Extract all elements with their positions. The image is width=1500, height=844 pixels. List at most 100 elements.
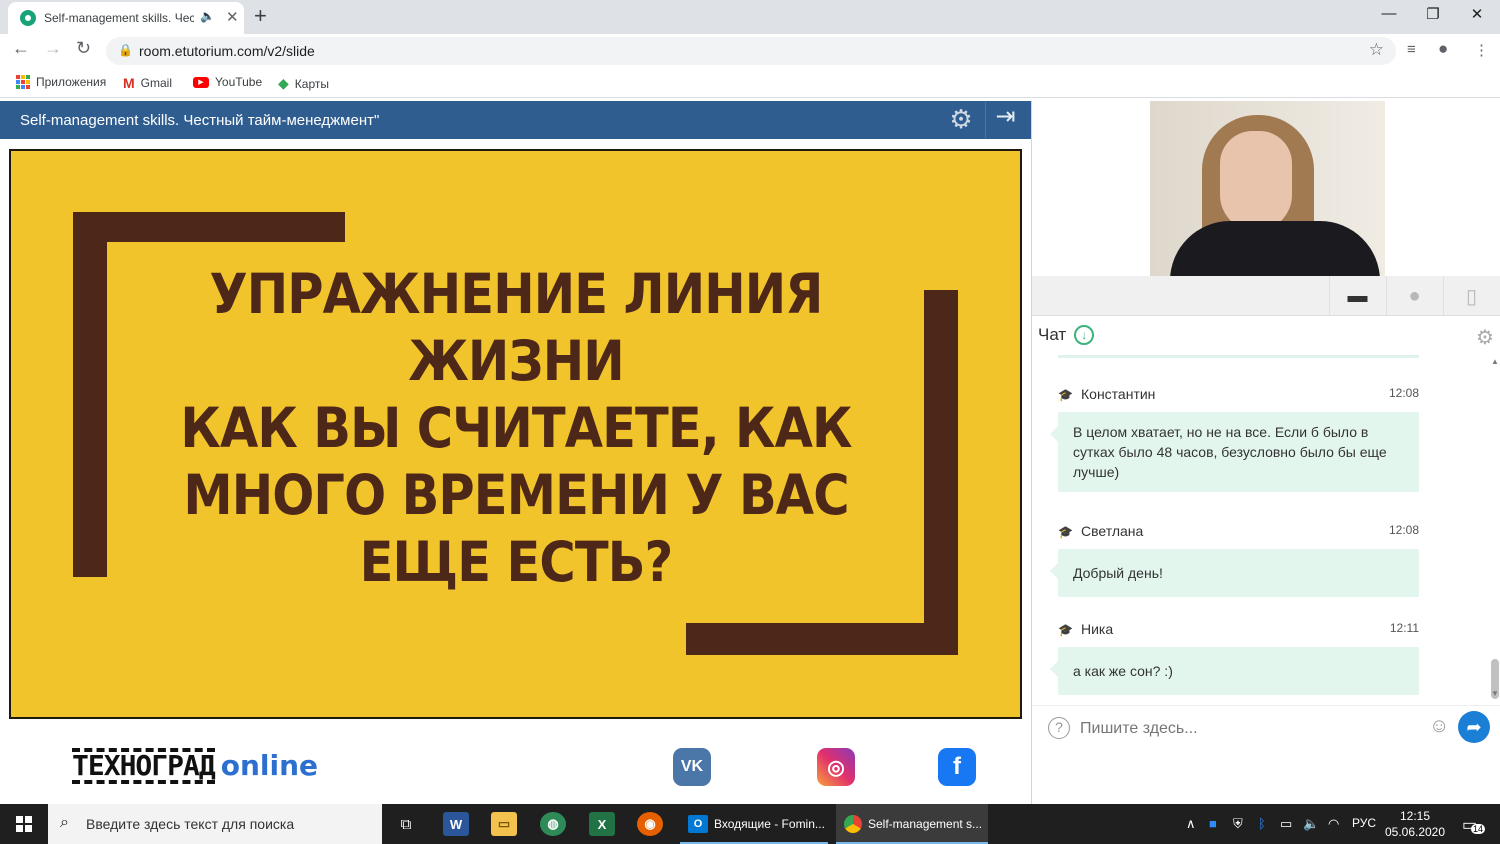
maximize-button[interactable]: ❐ [1410, 5, 1456, 23]
maps-icon: ◆ [278, 75, 289, 91]
browser-tab[interactable]: Self-management skills. Чест 🔈 ✕ [8, 2, 244, 34]
profile-avatar-icon[interactable]: ● [1438, 39, 1448, 59]
panel-tabs: ▬ ● ▯ [1032, 276, 1500, 316]
excel-icon[interactable]: X [589, 812, 615, 836]
start-button[interactable] [0, 804, 48, 844]
chat-tab-icon[interactable]: ▬ [1329, 276, 1385, 316]
file-explorer-icon[interactable]: ▭ [491, 812, 517, 836]
chat-message: 🎓 Ника 12:11 а как же сон? :) [1050, 621, 1419, 695]
message-author: Ника [1081, 621, 1114, 637]
chat-settings-icon[interactable]: ⚙ [1476, 325, 1494, 350]
exit-room-icon[interactable]: ⇥ [985, 102, 1025, 138]
reload-button[interactable]: ↻ [76, 38, 91, 59]
minimize-button[interactable]: — [1366, 5, 1412, 22]
bookmark-star-icon[interactable]: ☆ [1369, 40, 1384, 60]
firefox-icon[interactable]: ◉ [637, 812, 663, 836]
scroll-up-icon[interactable]: ▲ [1491, 357, 1499, 366]
taskbar-clock[interactable]: 12:15 05.06.2020 [1380, 808, 1450, 840]
search-icon: ⌕ [60, 814, 69, 831]
vk-icon[interactable]: VK [673, 748, 711, 786]
windows-logo-icon [16, 816, 32, 832]
slide-line: ЖИЗНИ [408, 329, 624, 393]
taskbar-app-chrome[interactable]: Self-management s... [836, 804, 988, 844]
browser-tab-strip: Self-management skills. Чест 🔈 ✕ + — ❐ ✕ [0, 0, 1500, 34]
side-panel: ▬ ● ▯ Чат ↓ ⚙ ▲ 🎓 Константин 12:08 В цел… [1031, 101, 1500, 804]
bookmark-label: Gmail [140, 76, 173, 90]
taskbar-app-outlook[interactable]: O Входящие - Fomin... [680, 804, 828, 844]
search-placeholder: Введите здесь текст для поиска [86, 816, 295, 832]
files-tab-icon[interactable]: ▯ [1443, 276, 1499, 316]
menu-kebab-icon[interactable]: ⋮ [1474, 41, 1489, 59]
lock-icon: 🔒 [118, 43, 133, 57]
chat-message: 🎓 Константин 12:08 В целом хватает, но н… [1050, 386, 1419, 492]
close-window-button[interactable]: ✕ [1454, 5, 1500, 23]
gmail-icon: M [123, 75, 135, 91]
video-person-body [1170, 221, 1380, 276]
globe-app-icon[interactable]: ◍ [540, 812, 566, 836]
chrome-icon [844, 815, 862, 833]
speaker-icon[interactable]: 🔈 [200, 9, 215, 23]
chat-input[interactable] [1080, 716, 1420, 742]
notification-count: 14 [1471, 824, 1486, 834]
language-indicator[interactable]: РУС [1352, 816, 1376, 830]
bookmarks-bar: Приложения M Gmail ▶ YouTube ◆ Карты [0, 68, 1500, 98]
outlook-icon: O [688, 815, 708, 833]
graduate-cap-icon: 🎓 [1058, 525, 1073, 539]
new-tab-button[interactable]: + [254, 3, 267, 29]
settings-gear-icon[interactable]: ⚙ [941, 104, 981, 138]
chat-header: Чат ↓ [1038, 325, 1095, 345]
slide-line: ЕЩЕ ЕСТЬ? [359, 530, 674, 594]
bracket-bottom-bar [686, 623, 958, 655]
outlook-tray-icon[interactable]: ■ [1209, 816, 1217, 831]
slide-heading: УПРАЖНЕНИЕ ЛИНИЯ ЖИЗНИ КАК ВЫ СЧИТАЕТЕ, … [152, 261, 881, 596]
chat-divider [1058, 355, 1419, 358]
message-text: а как же сон? :) [1050, 647, 1419, 695]
word-icon[interactable]: W [443, 812, 469, 836]
battery-icon[interactable]: ▭ [1280, 816, 1292, 832]
instagram-icon[interactable]: ◎ [817, 748, 855, 786]
bracket-left-bar [73, 212, 107, 577]
forward-button[interactable]: → [44, 38, 62, 59]
browser-toolbar: ← → ↻ 🔒 room.etutorium.com/v2/slide ☆ ≡ … [0, 34, 1500, 68]
shield-icon[interactable]: ⛨ [1233, 816, 1243, 832]
bookmark-gmail[interactable]: M Gmail [123, 75, 172, 91]
volume-icon[interactable]: 🔈 [1303, 816, 1319, 832]
bluetooth-icon[interactable]: ᛒ [1258, 816, 1266, 831]
scroll-down-icon[interactable]: ▼ [1491, 689, 1499, 698]
clock-time: 12:15 [1399, 809, 1431, 823]
bookmark-youtube[interactable]: ▶ YouTube [193, 75, 262, 89]
youtube-icon: ▶ [193, 76, 209, 88]
message-time: 12:08 [1388, 386, 1419, 400]
presenter-video [1150, 101, 1385, 276]
emoji-icon[interactable]: ☺ [1429, 715, 1449, 738]
message-author: Светлана [1081, 523, 1144, 539]
message-text: В целом хватает, но не на все. Если б бы… [1050, 412, 1419, 492]
presentation-slide: УПРАЖНЕНИЕ ЛИНИЯ ЖИЗНИ КАК ВЫ СЧИТАЕТЕ, … [9, 149, 1022, 719]
facebook-icon[interactable]: f [938, 748, 976, 786]
send-button[interactable]: ➦ [1458, 711, 1490, 743]
chat-title: Чат [1038, 325, 1067, 344]
tray-chevron-icon[interactable]: ∧ [1186, 816, 1196, 832]
download-icon[interactable]: ↓ [1074, 325, 1095, 345]
help-icon[interactable]: ? [1048, 717, 1070, 739]
participants-tab-icon[interactable]: ● [1386, 276, 1442, 316]
chat-input-row: ? ☺ ➦ [1032, 705, 1500, 751]
taskbar-app-label: Self-management s... [868, 817, 983, 831]
bookmark-maps[interactable]: ◆ Карты [278, 75, 329, 92]
wifi-icon[interactable]: ◠ [1328, 816, 1339, 832]
message-text: Добрый день! [1050, 549, 1419, 597]
clock-date: 05.06.2020 [1384, 825, 1446, 839]
bookmark-label: YouTube [215, 75, 263, 89]
media-control-icon[interactable]: ≡ [1407, 41, 1416, 58]
tab-title: Self-management skills. Чест [44, 11, 194, 25]
bookmark-apps[interactable]: Приложения [16, 75, 106, 89]
slide-header: Self-management skills. Честный тайм-мен… [0, 101, 1031, 139]
task-view-icon[interactable]: ⧉ [393, 812, 419, 836]
close-tab-icon[interactable]: ✕ [226, 8, 239, 26]
back-button[interactable]: ← [12, 38, 30, 59]
address-bar[interactable]: 🔒 room.etutorium.com/v2/slide ☆ [106, 37, 1396, 65]
taskbar-search[interactable]: ⌕ Введите здесь текст для поиска [48, 804, 382, 844]
bookmark-label: Приложения [36, 75, 107, 89]
technograd-logo: ТЕХНОГРАД online [72, 748, 318, 784]
chat-message: 🎓 Светлана 12:08 Добрый день! [1050, 523, 1419, 597]
